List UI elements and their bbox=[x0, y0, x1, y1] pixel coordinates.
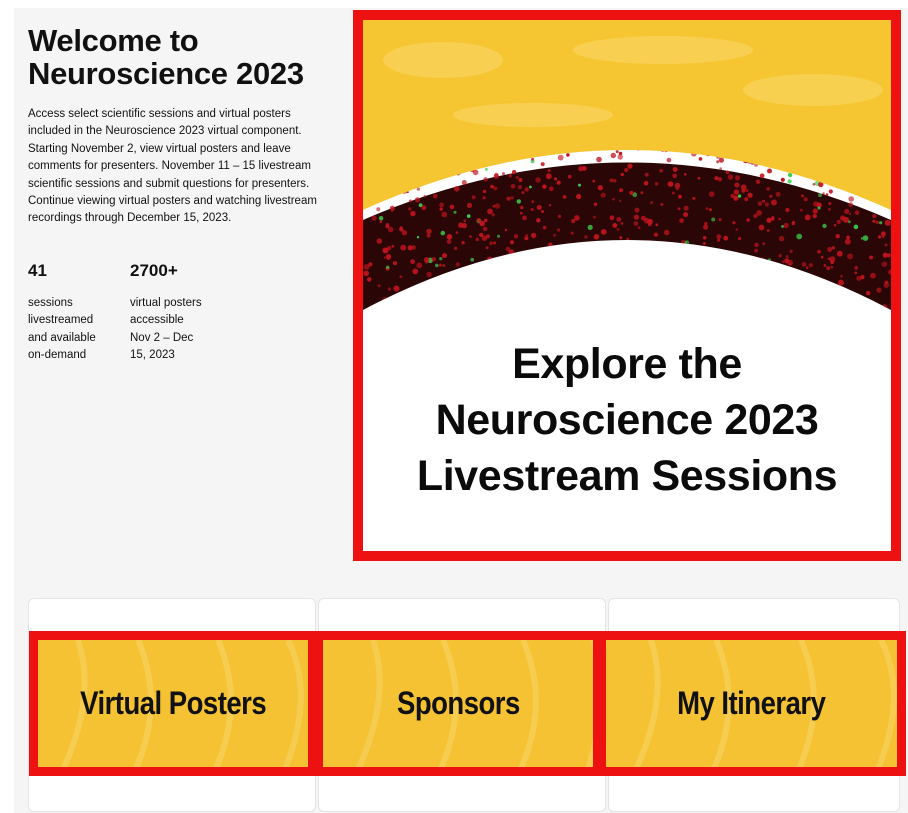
title-line-2: Neuroscience 2023 bbox=[28, 56, 304, 91]
stat-description: virtual posters accessible Nov 2 – Dec 1… bbox=[130, 295, 230, 365]
intro-section: Welcome to Neuroscience 2023 Access sele… bbox=[28, 24, 328, 228]
hero-line-2: Neuroscience 2023 bbox=[435, 396, 819, 444]
stat-desc-line: sessions bbox=[28, 297, 73, 309]
stat-desc-line: and available bbox=[28, 331, 96, 344]
stat-desc-line: virtual posters bbox=[130, 297, 202, 309]
tile-label: Virtual Posters bbox=[79, 685, 267, 721]
page-title: Welcome to Neuroscience 2023 bbox=[28, 24, 328, 90]
stat-desc-line: livestreamed bbox=[28, 314, 94, 327]
stat-desc-line: Nov 2 – Dec bbox=[130, 331, 194, 344]
stat-value: 41 bbox=[28, 261, 47, 280]
stat-description: sessions livestreamed and available on-d… bbox=[28, 295, 120, 365]
stat-value: 2700+ bbox=[130, 261, 178, 280]
stat-desc-line: accessible bbox=[130, 314, 184, 327]
virtual-posters-button[interactable]: Virtual Posters bbox=[29, 631, 317, 776]
stat-desc-line: on-demand bbox=[28, 349, 87, 362]
my-itinerary-button[interactable]: My Itinerary bbox=[597, 631, 906, 776]
livestream-sessions-banner[interactable]: Explore the Neuroscience 2023 Livestream… bbox=[353, 10, 901, 561]
tile-label: Sponsors bbox=[396, 685, 520, 721]
stat-desc-line: 15, 2023 bbox=[130, 349, 175, 362]
tile-label: My Itinerary bbox=[677, 685, 826, 721]
hero-heading: Explore the Neuroscience 2023 Livestream… bbox=[363, 336, 891, 504]
hero-line-1: Explore the bbox=[512, 340, 742, 388]
title-line-1: Welcome to bbox=[28, 23, 199, 58]
sponsors-button[interactable]: Sponsors bbox=[314, 631, 602, 776]
stat-posters: 2700+ virtual posters accessible Nov 2 –… bbox=[130, 260, 230, 365]
hero-line-3: Livestream Sessions bbox=[416, 452, 838, 500]
stats-section: 41 sessions livestreamed and available o… bbox=[28, 260, 328, 380]
intro-description: Access select scientific sessions and vi… bbox=[28, 108, 317, 225]
stat-sessions: 41 sessions livestreamed and available o… bbox=[28, 260, 120, 365]
